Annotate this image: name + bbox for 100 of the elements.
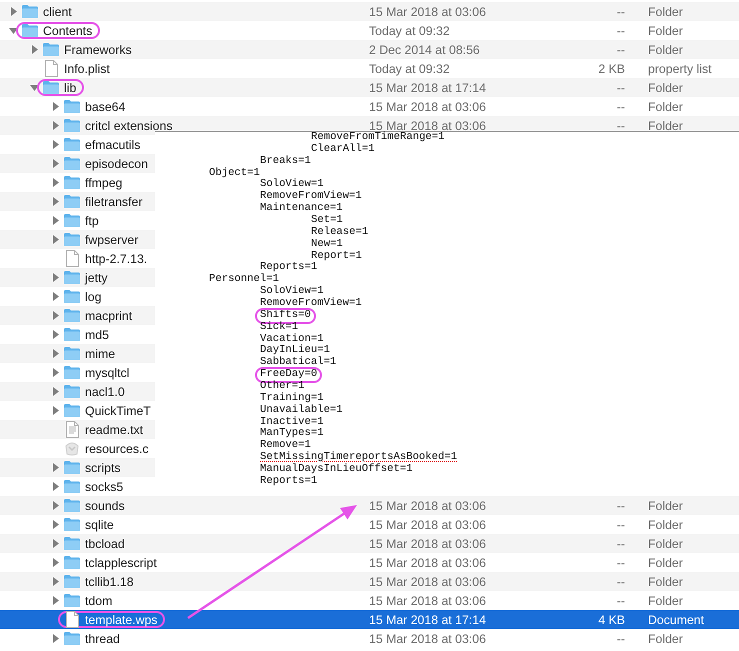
file-name: md5: [85, 328, 109, 342]
text-line: RemoveFromTimeRange=1: [311, 132, 445, 143]
text-line: Sabbatical=1: [260, 357, 336, 369]
date-modified: 15 Mar 2018 at 03:06: [369, 4, 486, 18]
text-line: Shifts=0: [257, 310, 314, 322]
date-modified: Today at 09:32: [369, 24, 450, 38]
file-name: sqlite: [85, 518, 114, 532]
file-name: tbcload: [85, 536, 125, 550]
date-modified: 15 Mar 2018 at 03:06: [369, 556, 486, 570]
text-line: Vacation=1: [260, 334, 324, 345]
file-name: tcllib1.18: [85, 574, 134, 588]
date-modified: 15 Mar 2018 at 03:06: [369, 518, 486, 532]
file-kind: Folder: [648, 594, 683, 608]
file-name: thread: [85, 632, 120, 646]
text-line: Remove=1: [260, 440, 311, 452]
text-line: ClearAll=1: [311, 144, 375, 156]
date-modified: 15 Mar 2018 at 03:06: [369, 498, 486, 512]
date-modified: Today at 09:32: [369, 62, 450, 76]
file-name: mysqltcl: [85, 366, 130, 380]
text-line: Release=1: [311, 226, 368, 239]
text-line: ManTypes=1: [260, 428, 324, 440]
text-line: SoloView=1: [260, 286, 324, 298]
date-modified: 15 Mar 2018 at 03:06: [369, 574, 486, 588]
file-name: socks5: [85, 480, 124, 494]
text-line: Report=1: [311, 250, 362, 262]
file-name: macprint: [85, 308, 132, 322]
file-name: efmacutils: [85, 138, 140, 152]
date-modified: 15 Mar 2018 at 03:06: [369, 536, 486, 550]
text-line: Other=1: [260, 381, 305, 392]
file-size: --: [616, 556, 625, 570]
file-name: base64: [85, 100, 126, 114]
text-line: Personnel=1: [209, 274, 279, 286]
file-size: --: [616, 100, 625, 114]
file-name: resources.c: [85, 442, 149, 456]
file-kind: Document: [648, 612, 704, 626]
file-name: critcl extensions: [85, 118, 172, 132]
text-line: SetMissingTimereportsAsBooked=1: [260, 452, 458, 464]
date-modified: 15 Mar 2018 at 03:06: [369, 594, 486, 608]
file-kind: Folder: [648, 4, 683, 18]
file-size: --: [616, 498, 625, 512]
text-line: Training=1: [260, 392, 324, 404]
text-line: Sick=1: [260, 322, 298, 333]
file-name: ftp: [85, 214, 99, 228]
file-kind: Folder: [648, 80, 683, 94]
file-name: sounds: [85, 498, 125, 512]
file-name: nacl1.0: [85, 384, 125, 398]
text-line: Breaks=1: [260, 156, 311, 168]
file-size: --: [616, 4, 625, 18]
text-line: New=1: [311, 238, 343, 251]
file-name: jetty: [85, 270, 108, 284]
text-line: Set=1: [311, 215, 343, 226]
file-kind: Folder: [648, 536, 683, 550]
text-line: FreeDay=0: [257, 369, 320, 382]
file-size: --: [616, 80, 625, 94]
file-kind: Folder: [648, 42, 683, 56]
text-line: SoloView=1: [260, 179, 324, 190]
text-line: RemoveFromView=1: [260, 298, 362, 310]
file-kind: Folder: [648, 100, 683, 114]
file-name: client: [43, 4, 72, 18]
text-line: Reports=1: [260, 262, 318, 274]
file-name: tclapplescript: [85, 556, 157, 570]
file-size: --: [616, 536, 625, 550]
file-kind: Folder: [648, 556, 683, 570]
file-kind: Folder: [648, 518, 683, 532]
file-kind: Folder: [648, 632, 683, 646]
file-size: --: [616, 574, 625, 588]
file-size: 4 KB: [598, 612, 625, 626]
file-name: readme.txt: [85, 422, 144, 436]
date-modified: 15 Mar 2018 at 03:06: [369, 118, 486, 132]
file-name: template.wps: [85, 612, 158, 626]
file-size: --: [616, 42, 625, 56]
date-modified: 2 Dec 2014 at 08:56: [369, 42, 480, 56]
date-modified: 15 Mar 2018 at 17:14: [369, 612, 486, 626]
text-line: ManualDaysInLieuOffset=1: [260, 464, 413, 476]
file-name: fwpserver: [85, 232, 138, 246]
date-modified: 15 Mar 2018 at 03:06: [369, 632, 486, 646]
file-name: http-2.7.13.: [85, 252, 148, 266]
date-modified: 15 Mar 2018 at 03:06: [369, 100, 486, 114]
text-line: Unavailable=1: [260, 404, 343, 416]
file-kind: property list: [648, 62, 712, 76]
file-size: --: [616, 518, 625, 532]
text-line: RemoveFromView=1: [260, 191, 362, 202]
file-name: Info.plist: [64, 62, 110, 76]
text-line: DayInLieu=1: [260, 345, 330, 356]
text-line: Maintenance=1: [260, 203, 343, 214]
file-size: --: [616, 24, 625, 38]
text-line: Object=1: [209, 168, 260, 180]
file-name: Contents: [43, 24, 92, 38]
file-name: filetransfer: [85, 194, 142, 208]
file-size: --: [616, 594, 625, 608]
file-name: ffmpeg: [85, 176, 122, 190]
file-kind: Folder: [648, 574, 683, 588]
file-name: scripts: [85, 460, 121, 474]
file-name: mime: [85, 346, 116, 360]
file-kind: Folder: [648, 498, 683, 512]
text-line: Reports=1: [260, 476, 318, 488]
file-name: tdom: [85, 594, 112, 608]
file-name: lib: [64, 80, 76, 94]
date-modified: 15 Mar 2018 at 17:14: [369, 80, 486, 94]
file-name: QuickTimeT: [85, 404, 151, 418]
